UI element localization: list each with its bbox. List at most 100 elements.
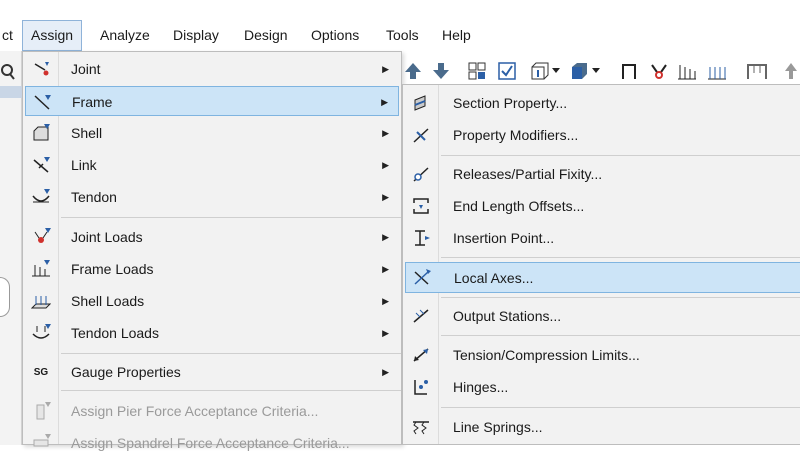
- tension-compression-icon: [409, 344, 433, 366]
- move-up-icon[interactable]: [402, 58, 424, 84]
- line-springs-icon: [409, 416, 433, 438]
- dropdown-arrow-icon[interactable]: [590, 58, 602, 84]
- pier-criteria-icon: [29, 400, 53, 422]
- submenu-item-label: Tension/Compression Limits...: [453, 347, 640, 363]
- submenu-separator: [441, 297, 800, 298]
- checkbox-icon[interactable]: [496, 58, 518, 84]
- output-stations-icon: [409, 305, 433, 327]
- window-titlebar-strip: [0, 86, 22, 98]
- menu-item-gauge-properties[interactable]: SG Gauge Properties ▶: [25, 357, 399, 387]
- submenu-item-label: Section Property...: [453, 95, 568, 111]
- submenu-item-label: Insertion Point...: [453, 230, 555, 246]
- menu-item-frame[interactable]: Frame ▶: [25, 86, 399, 116]
- menu-item-pier-force-criteria[interactable]: Assign Pier Force Acceptance Criteria...: [25, 396, 399, 426]
- menu-analyze[interactable]: Analyze: [92, 20, 158, 51]
- menu-separator: [61, 353, 401, 354]
- submenu-arrow-icon: ▶: [382, 296, 389, 306]
- menu-separator: [61, 390, 401, 391]
- shell-loads-toolbar-icon[interactable]: [706, 58, 728, 84]
- property-modifiers-icon: [409, 124, 433, 146]
- menu-item-label: Shell Loads: [71, 293, 145, 309]
- submenu-item-end-length-offsets[interactable]: End Length Offsets...: [405, 191, 800, 222]
- submenu-item-line-springs[interactable]: Line Springs...: [405, 412, 800, 443]
- menu-separator: [61, 217, 401, 218]
- menu-assign[interactable]: Assign: [22, 20, 83, 51]
- menu-design[interactable]: Design: [236, 20, 296, 51]
- dial-control[interactable]: [0, 277, 10, 317]
- submenu-arrow-icon: ▶: [382, 128, 389, 138]
- submenu-item-tension-compression[interactable]: Tension/Compression Limits...: [405, 340, 800, 371]
- menu-item-label: Gauge Properties: [71, 364, 181, 380]
- submenu-separator: [441, 335, 800, 336]
- submenu-item-label: Releases/Partial Fixity...: [453, 166, 603, 182]
- menu-item-spandrel-force-criteria[interactable]: Assign Spandrel Force Acceptance Criteri…: [25, 428, 399, 458]
- submenu-item-label: Hinges...: [453, 379, 509, 395]
- frame-icon: [30, 91, 54, 113]
- menu-item-joint-loads[interactable]: Joint Loads ▶: [25, 222, 399, 252]
- gauge-icon: SG: [29, 361, 53, 383]
- shell-icon: [29, 122, 53, 144]
- menu-item-label: Joint: [71, 61, 101, 77]
- menu-item-joint[interactable]: Joint ▶: [25, 54, 399, 84]
- gauge-icon-text: SG: [33, 366, 49, 378]
- shell-loads-icon: [29, 290, 53, 312]
- submenu-arrow-icon: ▶: [382, 160, 389, 170]
- submenu-item-insertion-point[interactable]: Insertion Point...: [405, 223, 800, 254]
- frame-loads-toolbar-icon[interactable]: [676, 58, 698, 84]
- frame-submenu: Section Property... Property Modifiers..…: [402, 84, 800, 445]
- menu-display[interactable]: Display: [165, 20, 227, 51]
- menu-item-label: Link: [71, 157, 97, 173]
- joint-loads-icon: [29, 226, 53, 248]
- menu-item-shell-loads[interactable]: Shell Loads ▶: [25, 286, 399, 316]
- submenu-item-property-modifiers[interactable]: Property Modifiers...: [405, 120, 800, 151]
- release-icon[interactable]: [648, 58, 670, 84]
- grid-select-icon[interactable]: [466, 58, 488, 84]
- menu-item-frame-loads[interactable]: Frame Loads ▶: [25, 254, 399, 284]
- menu-tools[interactable]: Tools: [378, 20, 427, 51]
- insertion-point-icon: [409, 227, 433, 249]
- submenu-item-label: End Length Offsets...: [453, 198, 585, 214]
- zoom-icon[interactable]: [0, 63, 16, 84]
- menu-item-tendon-loads[interactable]: Tendon Loads ▶: [25, 318, 399, 348]
- toolbar: [400, 56, 800, 86]
- move-down-icon[interactable]: [430, 58, 452, 84]
- dropdown-arrow-icon[interactable]: [550, 58, 562, 84]
- submenu-item-local-axes[interactable]: Local Axes...: [405, 262, 800, 293]
- frame-loads-icon: [29, 258, 53, 280]
- object-shade-icon[interactable]: [568, 58, 590, 84]
- submenu-arrow-icon: ▶: [382, 192, 389, 202]
- submenu-item-releases[interactable]: Releases/Partial Fixity...: [405, 159, 800, 190]
- hinges-icon: [409, 376, 433, 398]
- link-icon: [29, 154, 53, 176]
- menu-help[interactable]: Help: [434, 20, 479, 51]
- submenu-item-hinges[interactable]: Hinges...: [405, 372, 800, 403]
- section-property-icon: [409, 92, 433, 114]
- local-axes-icon: [410, 267, 434, 289]
- up-arrow-icon[interactable]: [780, 58, 800, 84]
- view-3d-icon[interactable]: [528, 58, 550, 84]
- menu-item-tendon[interactable]: Tendon ▶: [25, 182, 399, 212]
- submenu-item-label: Output Stations...: [453, 308, 562, 324]
- menu-options[interactable]: Options: [303, 20, 367, 51]
- menu-bar: ct Assign Analyze Display Design Options…: [0, 20, 800, 51]
- menu-item-label: Assign Spandrel Force Acceptance Criteri…: [71, 435, 350, 451]
- menu-item-shell[interactable]: Shell ▶: [25, 118, 399, 148]
- submenu-item-section-property[interactable]: Section Property...: [405, 88, 800, 119]
- joint-icon: [29, 58, 53, 80]
- menu-item-label: Tendon: [71, 189, 117, 205]
- menu-item-label: Frame Loads: [71, 261, 154, 277]
- tendon-icon: [29, 186, 53, 208]
- submenu-item-label: Property Modifiers...: [453, 127, 579, 143]
- submenu-item-output-stations[interactable]: Output Stations...: [405, 301, 800, 332]
- releases-icon: [409, 163, 433, 185]
- table-frame-icon[interactable]: [746, 58, 768, 84]
- tendon-loads-icon: [29, 322, 53, 344]
- menu-item-link[interactable]: Link ▶: [25, 150, 399, 180]
- submenu-separator: [441, 155, 800, 156]
- submenu-item-label: Line Springs...: [453, 419, 543, 435]
- menu-item-label: Joint Loads: [71, 229, 143, 245]
- frame-portal-icon[interactable]: [618, 58, 640, 84]
- spandrel-criteria-icon: [29, 432, 53, 454]
- submenu-arrow-icon: ▶: [382, 328, 389, 338]
- menu-select[interactable]: ct: [0, 20, 21, 51]
